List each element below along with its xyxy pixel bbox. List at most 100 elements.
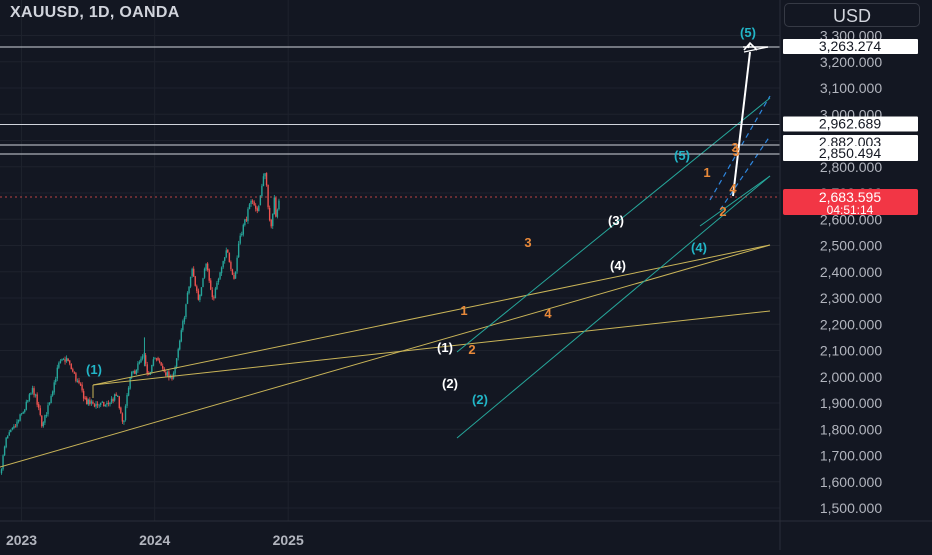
candle-body (200, 287, 203, 296)
candle-body (262, 176, 265, 187)
candle-body (110, 398, 113, 403)
candle-body (193, 268, 195, 277)
candle-body (210, 280, 212, 290)
candle-body (230, 262, 232, 270)
candle-body (118, 396, 120, 409)
candle-body (25, 401, 27, 410)
price-tick-label: 3,100.000 (820, 80, 882, 96)
time-tick-label: 2024 (139, 532, 170, 548)
candle-body (103, 401, 105, 407)
price-tick-label: 2,400.000 (820, 264, 882, 280)
candle-body (155, 358, 158, 360)
price-tick-label: 1,900.000 (820, 395, 882, 411)
candle-body (248, 204, 251, 210)
candle-body (179, 340, 181, 350)
level-2850-label: 2,850.494 (819, 145, 881, 161)
candle-body (188, 286, 190, 294)
wave-label: (4) (691, 240, 707, 255)
candle-body (89, 399, 91, 405)
candle-body (36, 394, 38, 405)
candle-body (239, 235, 241, 244)
candle-body (132, 371, 134, 373)
candle-body (104, 405, 107, 407)
candle-body (253, 201, 255, 206)
candle-body (258, 205, 260, 212)
candle-body (154, 358, 156, 360)
wave-label: (3) (608, 213, 624, 228)
candle-body (11, 427, 14, 430)
candle-body (44, 415, 46, 423)
level-2962-label: 2,962.689 (819, 116, 881, 132)
candle-body (160, 362, 162, 366)
candle-body (93, 404, 96, 407)
candle-body (217, 278, 220, 283)
candle-body (236, 257, 238, 272)
candle-body (47, 405, 49, 415)
candle-body (137, 363, 139, 371)
candle-body (106, 402, 108, 405)
wave-label: (4) (610, 258, 626, 273)
candle-body (84, 397, 86, 399)
candle-body (175, 358, 178, 367)
candle-body (166, 372, 169, 377)
candle-body (121, 413, 124, 422)
candle-body (67, 358, 69, 362)
candle-body (206, 263, 209, 271)
candle-body (82, 391, 85, 399)
wave-label: 3 (524, 235, 531, 250)
candle-body (233, 275, 235, 279)
candle-body (62, 359, 65, 361)
price-tick-label: 2,800.000 (820, 159, 882, 175)
candle-body (81, 384, 83, 391)
candle-body (86, 397, 88, 405)
candle-body (75, 373, 77, 381)
wave-label: 3 (731, 140, 738, 155)
candle-body (34, 394, 37, 396)
price-tick-label: 2,200.000 (820, 316, 882, 332)
candle-body (117, 395, 119, 397)
candle-body (107, 402, 110, 404)
candle-body (220, 267, 223, 274)
candle-body (92, 401, 94, 404)
candle-body (8, 432, 10, 436)
price-chart[interactable]: (1)(2)(4)(5)(5)(1)(2)(3)(4)123412334 3,3… (0, 0, 932, 550)
candle-body (208, 269, 210, 281)
chart-background (0, 0, 932, 550)
candle-body (124, 406, 127, 421)
candle-body (272, 213, 274, 227)
candle-body (275, 197, 277, 217)
candle-body (276, 209, 279, 217)
currency-selector[interactable]: USD (784, 3, 920, 27)
candle-body (126, 394, 128, 406)
candle-body (177, 349, 179, 358)
candle-body (222, 261, 224, 268)
candle-body (96, 404, 99, 406)
candle-body (31, 388, 34, 393)
candle-body (101, 401, 103, 403)
candle-body (219, 272, 221, 279)
candle-body (59, 360, 62, 364)
candle-body (224, 257, 226, 261)
candle-body (202, 278, 204, 287)
wave-label: (1) (86, 362, 102, 377)
candle-body (78, 380, 80, 384)
candle-body (141, 356, 144, 359)
candle-body (20, 413, 23, 415)
candle-body (157, 357, 159, 361)
price-tick-label: 2,000.000 (820, 369, 882, 385)
candle-body (186, 292, 189, 304)
candle-body (151, 364, 153, 373)
candle-body (127, 387, 130, 396)
price-tick-label: 2,500.000 (820, 238, 882, 254)
candle-body (245, 219, 248, 221)
candle-body (129, 377, 131, 389)
candle-body (183, 317, 186, 322)
wave-label: 1 (460, 303, 467, 318)
candle-body (100, 402, 102, 405)
candle-body (191, 268, 193, 277)
wave-label: (2) (472, 392, 488, 407)
candle-body (273, 197, 275, 215)
symbol-title[interactable]: XAUUSD, 1D, OANDA (10, 4, 180, 22)
candle-body (22, 412, 24, 414)
candle-body (255, 205, 257, 209)
